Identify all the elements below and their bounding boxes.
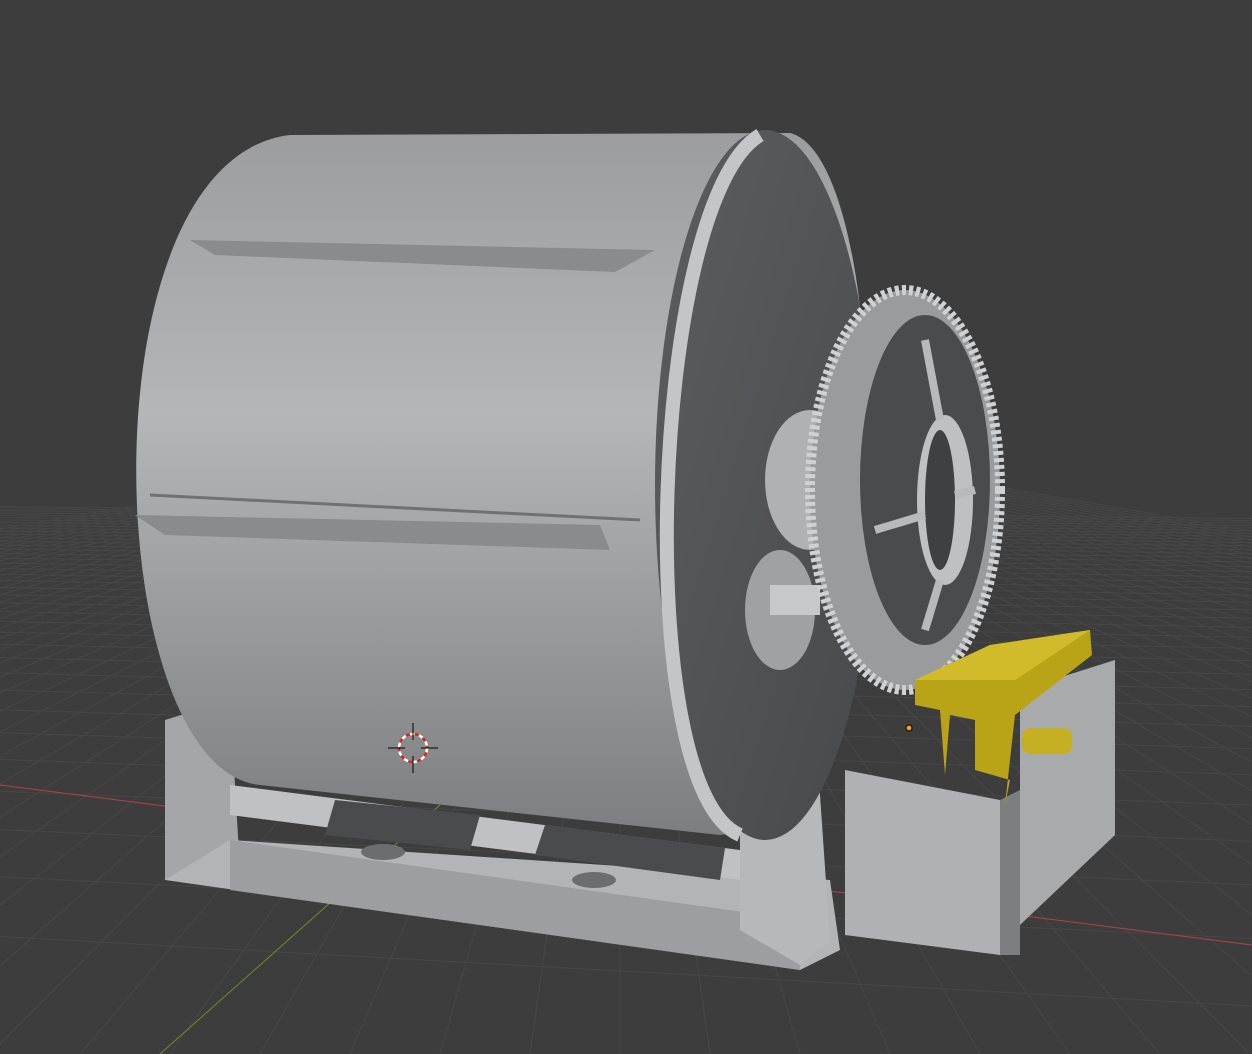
drum[interactable] [135, 128, 875, 842]
origin-point-icon [905, 724, 913, 732]
3d-viewport[interactable] [0, 0, 1252, 1054]
gear[interactable] [805, 285, 1005, 695]
grid-line [0, 936, 1252, 1007]
scene[interactable] [0, 0, 1252, 1054]
